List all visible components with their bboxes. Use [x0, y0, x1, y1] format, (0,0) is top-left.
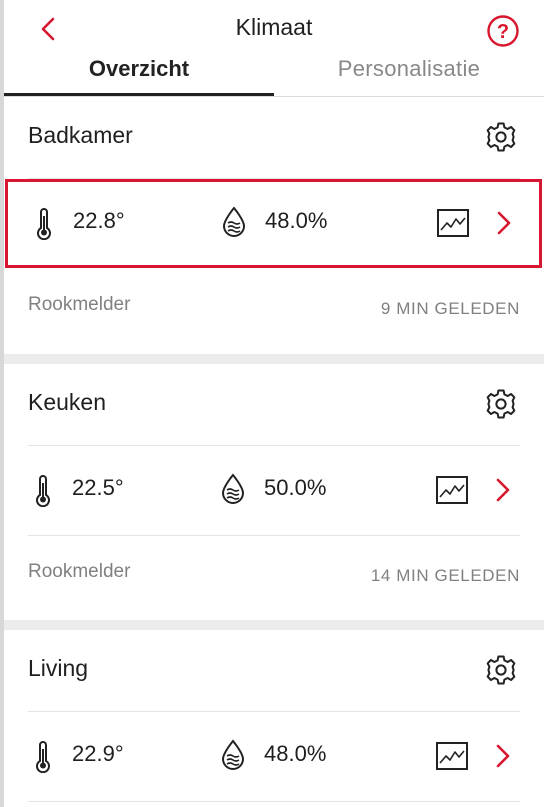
- sensor-name: Rookmelder: [28, 561, 131, 582]
- room-settings-button[interactable]: [484, 653, 518, 687]
- chevron-right-icon[interactable]: [495, 208, 513, 238]
- room-settings-button[interactable]: [484, 120, 518, 154]
- humidity-value: 48.0%: [265, 208, 328, 233]
- chart-icon[interactable]: [436, 476, 468, 504]
- question-circle-icon: ?: [487, 15, 519, 47]
- tab-personalisatie[interactable]: Personalisatie: [274, 56, 544, 82]
- chevron-right-icon[interactable]: [494, 741, 512, 771]
- screen-left-edge: [0, 0, 4, 807]
- section-separator: [4, 354, 544, 364]
- chart-icon[interactable]: [437, 209, 469, 237]
- thermometer-icon: [37, 208, 51, 240]
- chart-icon[interactable]: [436, 742, 468, 770]
- tab-overzicht[interactable]: Overzicht: [4, 56, 274, 82]
- humidity-value: 48.0%: [264, 741, 327, 766]
- room-name: Living: [28, 655, 89, 681]
- room-settings-button[interactable]: [484, 387, 518, 421]
- humidity-drop-icon: [222, 206, 246, 237]
- svg-text:?: ?: [497, 21, 509, 43]
- sensor-name: Rookmelder: [28, 294, 131, 315]
- thermometer-icon: [36, 475, 50, 507]
- temperature-value: 22.8°: [73, 208, 125, 233]
- gear-icon: [486, 122, 516, 152]
- chevron-right-icon[interactable]: [494, 475, 512, 505]
- divider: [28, 535, 520, 536]
- climate-row-living[interactable]: 22.9° 48.0%: [4, 712, 544, 801]
- humidity-drop-icon: [221, 739, 245, 770]
- room-name: Keuken: [28, 389, 107, 415]
- app-header: Klimaat ? Overzicht Personalisatie: [4, 0, 544, 97]
- temperature-value: 22.9°: [72, 741, 124, 766]
- climate-row-badkamer[interactable]: 22.8° 48.0%: [5, 179, 542, 268]
- gear-icon: [486, 655, 516, 685]
- section-separator: [4, 620, 544, 630]
- page-title: Klimaat: [235, 14, 313, 40]
- thermometer-icon: [36, 741, 50, 773]
- humidity-value: 50.0%: [264, 475, 327, 500]
- help-button[interactable]: ?: [486, 14, 520, 48]
- humidity-drop-icon: [221, 473, 245, 504]
- room-card-badkamer: Badkamer 22.8° 48.0% Rookmelder 9 MIN GE…: [4, 97, 544, 354]
- climate-row-keuken[interactable]: 22.5° 50.0%: [4, 446, 544, 535]
- room-card-keuken: Keuken 22.5° 50.0% Rookmelder 14 MIN GEL…: [4, 364, 544, 620]
- last-update-time: 14 MIN GELEDEN: [370, 566, 520, 585]
- room-card-living: Living 22.9° 48.0%: [4, 630, 544, 807]
- temperature-value: 22.5°: [72, 475, 124, 500]
- gear-icon: [486, 389, 516, 419]
- divider: [28, 801, 520, 802]
- room-name: Badkamer: [28, 122, 133, 148]
- last-update-time: 9 MIN GELEDEN: [380, 299, 520, 318]
